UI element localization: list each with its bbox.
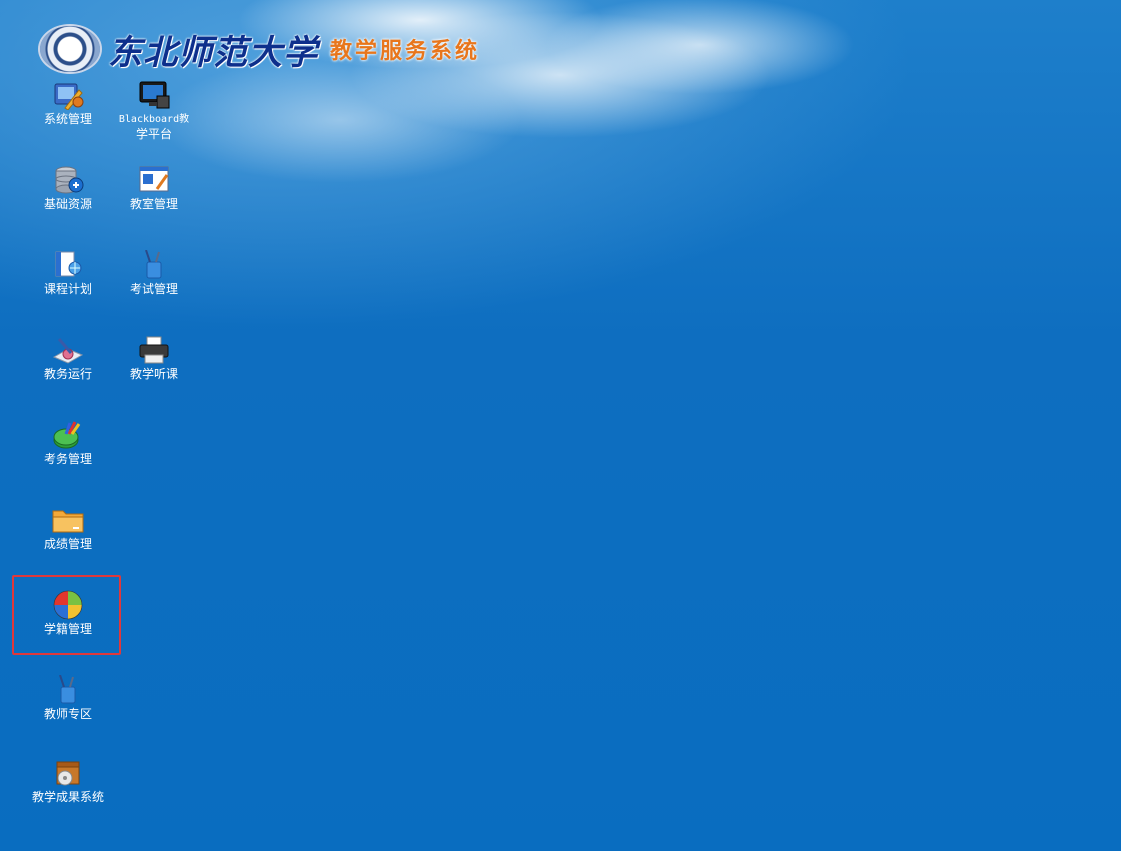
desktop-icon-system-management[interactable]: 系统管理: [23, 80, 113, 127]
desktop-icon-class-observation[interactable]: 教学听课: [109, 335, 199, 382]
icon-label-line2: 学平台: [135, 127, 172, 141]
icon-label: 教师专区: [43, 707, 92, 721]
document-globe-icon: [51, 250, 85, 280]
folder-icon: [51, 505, 85, 535]
icon-label: 教室管理: [129, 197, 178, 211]
app-header: 东北师范大学 教学服务系统: [40, 24, 480, 74]
desktop-icon-exam-management[interactable]: 考试管理: [109, 249, 199, 297]
icon-label: Blackboard教: [118, 114, 190, 125]
icon-label: 系统管理: [43, 112, 92, 126]
icon-label: 基础资源: [43, 197, 92, 211]
desktop-icon-teacher-zone[interactable]: 教师专区: [23, 674, 113, 722]
icon-label: 成绩管理: [43, 537, 92, 551]
desktop-icon-classroom-management[interactable]: 教室管理: [109, 165, 199, 212]
icon-label: 考务管理: [43, 452, 92, 466]
pen-cup-icon: [137, 249, 171, 280]
system-name: 教学服务系统: [330, 38, 481, 64]
pen-paper-icon: [51, 335, 85, 365]
desktop-icon-basic-resources[interactable]: 基础资源: [23, 165, 113, 212]
icon-label: 教学听课: [129, 367, 178, 381]
icon-label: 教学成果系统: [31, 790, 104, 804]
desktop-icon-teaching-achievements[interactable]: 教学成果系统: [23, 758, 113, 805]
icon-label: 考试管理: [129, 282, 178, 296]
desktop-icon-grade-management[interactable]: 成绩管理: [23, 505, 113, 552]
tools-icon: [51, 80, 85, 111]
desktop-icon-course-plan[interactable]: 课程计划: [23, 250, 113, 297]
pie-pencils-icon: [51, 420, 85, 450]
box-disc-icon: [51, 758, 85, 788]
desktop-icon-blackboard[interactable]: Blackboard教 学平台: [109, 80, 199, 142]
desktop-icon-exam-affairs[interactable]: 考务管理: [23, 420, 113, 467]
icon-label: 课程计划: [43, 282, 92, 296]
monitor-icon: [137, 80, 171, 110]
selection-highlight: [12, 575, 121, 655]
university-name: 东北师范大学: [108, 32, 318, 73]
database-icon: [51, 165, 85, 195]
window-edit-icon: [137, 165, 171, 195]
icon-label: 教务运行: [43, 367, 92, 381]
desktop-icon-teaching-operations[interactable]: 教务运行: [23, 335, 113, 382]
printer-icon: [137, 335, 171, 365]
university-seal-logo: [40, 26, 100, 72]
pen-cup-icon: [51, 674, 85, 705]
